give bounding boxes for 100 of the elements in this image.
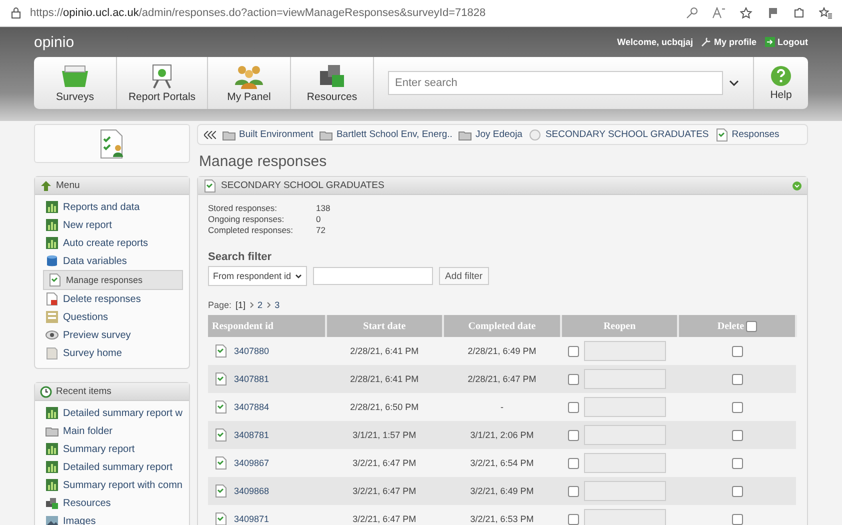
reopen-field[interactable] xyxy=(584,481,666,501)
recent-item[interactable]: Detailed summary report w xyxy=(43,404,183,422)
back-icon[interactable] xyxy=(204,130,216,138)
page-label: Page: xyxy=(208,300,232,310)
respondent-link[interactable]: 3407880 xyxy=(234,346,270,356)
collapse-icon[interactable] xyxy=(792,180,802,190)
toolbar-button[interactable]: Surveys xyxy=(34,57,117,109)
filter-input[interactable] xyxy=(313,267,434,285)
checkbox[interactable] xyxy=(732,430,743,441)
chart-icon xyxy=(45,218,59,232)
respondent-link[interactable]: 3409871 xyxy=(234,514,270,524)
help-button[interactable]: Help xyxy=(754,57,808,109)
table-cell: 3/2/21, 6:49 PM xyxy=(443,477,561,505)
recent-item[interactable]: Summary report xyxy=(43,440,183,458)
table-cell: - xyxy=(443,393,561,421)
checkbox[interactable] xyxy=(568,514,579,524)
menu-item[interactable]: Survey home xyxy=(43,344,183,362)
table-cell: 3/2/21, 6:47 PM xyxy=(326,449,444,477)
checkbox[interactable] xyxy=(732,374,743,385)
logout-link[interactable]: Logout xyxy=(778,37,808,47)
stat-value: 72 xyxy=(316,225,326,235)
menu-item[interactable]: Manage responses xyxy=(43,270,183,290)
filter-dropdown[interactable]: From respondent id xyxy=(208,266,308,286)
menu-item[interactable]: Data variables xyxy=(43,252,183,270)
checkbox[interactable] xyxy=(732,346,743,357)
search-field[interactable]: Enter search xyxy=(388,71,723,95)
stat-label: Completed responses: xyxy=(208,225,294,235)
column-header: Start date xyxy=(326,315,444,337)
recent-item[interactable]: Main folder xyxy=(43,422,183,440)
add-filter-button[interactable]: Add filter xyxy=(439,267,489,285)
basket-icon xyxy=(59,63,91,89)
chart-icon xyxy=(45,478,59,492)
list-icon xyxy=(45,310,59,324)
table-cell: 2/28/21, 6:41 PM xyxy=(326,337,444,365)
menu-title: Menu xyxy=(56,180,80,191)
page-link[interactable]: [1] xyxy=(236,300,246,310)
checkbox[interactable] xyxy=(732,458,743,469)
reopen-field[interactable] xyxy=(584,425,666,445)
checkbox[interactable] xyxy=(568,458,579,468)
checkbox[interactable] xyxy=(732,402,743,413)
checkbox[interactable] xyxy=(568,346,579,356)
document-icon xyxy=(214,456,228,470)
reopen-field[interactable] xyxy=(584,369,666,389)
reopen-field[interactable] xyxy=(584,509,666,525)
recent-items-title: Recent items xyxy=(56,386,112,397)
checkbox[interactable] xyxy=(568,430,579,440)
checkbox[interactable] xyxy=(568,402,579,412)
app-logo[interactable]: opinio xyxy=(34,34,618,50)
page-link[interactable]: 3 xyxy=(274,300,280,310)
respondent-link[interactable]: 3407884 xyxy=(234,402,270,412)
menu-item[interactable]: Reports and data xyxy=(43,198,183,216)
wrench-icon xyxy=(700,37,711,47)
page-title: Manage responses xyxy=(198,152,328,172)
menu-item[interactable]: Questions xyxy=(43,308,183,326)
toolbar-button[interactable]: My Panel xyxy=(208,57,291,109)
document-icon xyxy=(214,428,228,442)
recent-item[interactable]: Detailed summary report xyxy=(43,458,183,476)
respondent-link[interactable]: 3409868 xyxy=(234,486,270,496)
star-icon[interactable] xyxy=(740,7,753,19)
reopen-field[interactable] xyxy=(584,341,666,361)
select-all-checkbox[interactable] xyxy=(746,320,758,332)
breadcrumb-link[interactable]: Built Environment xyxy=(239,129,314,140)
menu-item[interactable]: Preview survey xyxy=(43,326,183,344)
checkbox[interactable] xyxy=(732,514,743,525)
page-icon xyxy=(45,346,59,360)
chart-icon xyxy=(45,406,59,420)
chevron-down-icon xyxy=(729,80,739,86)
checkbox[interactable] xyxy=(732,486,743,497)
checkbox[interactable] xyxy=(568,486,579,496)
flag-icon[interactable] xyxy=(767,7,779,19)
checkbox[interactable] xyxy=(568,374,579,384)
table-cell: 3/2/21, 6:47 PM xyxy=(326,477,444,505)
breadcrumb-link[interactable]: Joy Edeoja xyxy=(475,129,522,140)
read-aloud-icon[interactable] xyxy=(712,7,726,19)
respondent-link[interactable]: 3408781 xyxy=(234,430,270,440)
table-cell: 3/2/21, 6:53 PM xyxy=(443,505,561,525)
image-icon xyxy=(45,514,59,525)
toolbar-button[interactable]: Report Portals xyxy=(117,57,208,109)
profile-link[interactable]: My profile xyxy=(714,37,756,47)
breadcrumb-link[interactable]: SECONDARY SCHOOL GRADUATES xyxy=(545,129,709,140)
breadcrumb-link[interactable]: Bartlett School Env, Energ.. xyxy=(336,129,452,140)
table-cell: 3/2/21, 6:47 PM xyxy=(326,505,444,525)
extensions-icon[interactable] xyxy=(793,7,805,19)
column-header: Respondent id xyxy=(208,315,326,337)
chart-icon xyxy=(45,460,59,474)
reopen-field[interactable] xyxy=(584,397,666,417)
toolbar-button[interactable]: Resources xyxy=(291,57,374,109)
reopen-field[interactable] xyxy=(584,453,666,473)
document-icon xyxy=(214,400,228,414)
respondent-link[interactable]: 3409867 xyxy=(234,458,270,468)
page-link[interactable]: 2 xyxy=(258,300,263,310)
menu-item[interactable]: New report xyxy=(43,216,183,234)
recent-item[interactable]: Summary report with comn xyxy=(43,476,183,494)
menu-item[interactable]: Delete responses xyxy=(43,290,183,308)
recent-item[interactable]: Resources xyxy=(43,494,183,512)
respondent-link[interactable]: 3407881 xyxy=(234,374,270,384)
favorites-icon[interactable] xyxy=(819,7,832,19)
menu-item[interactable]: Auto create reports xyxy=(43,234,183,252)
arrow-up-icon xyxy=(40,180,52,190)
breadcrumb-link[interactable]: Responses xyxy=(732,129,780,140)
